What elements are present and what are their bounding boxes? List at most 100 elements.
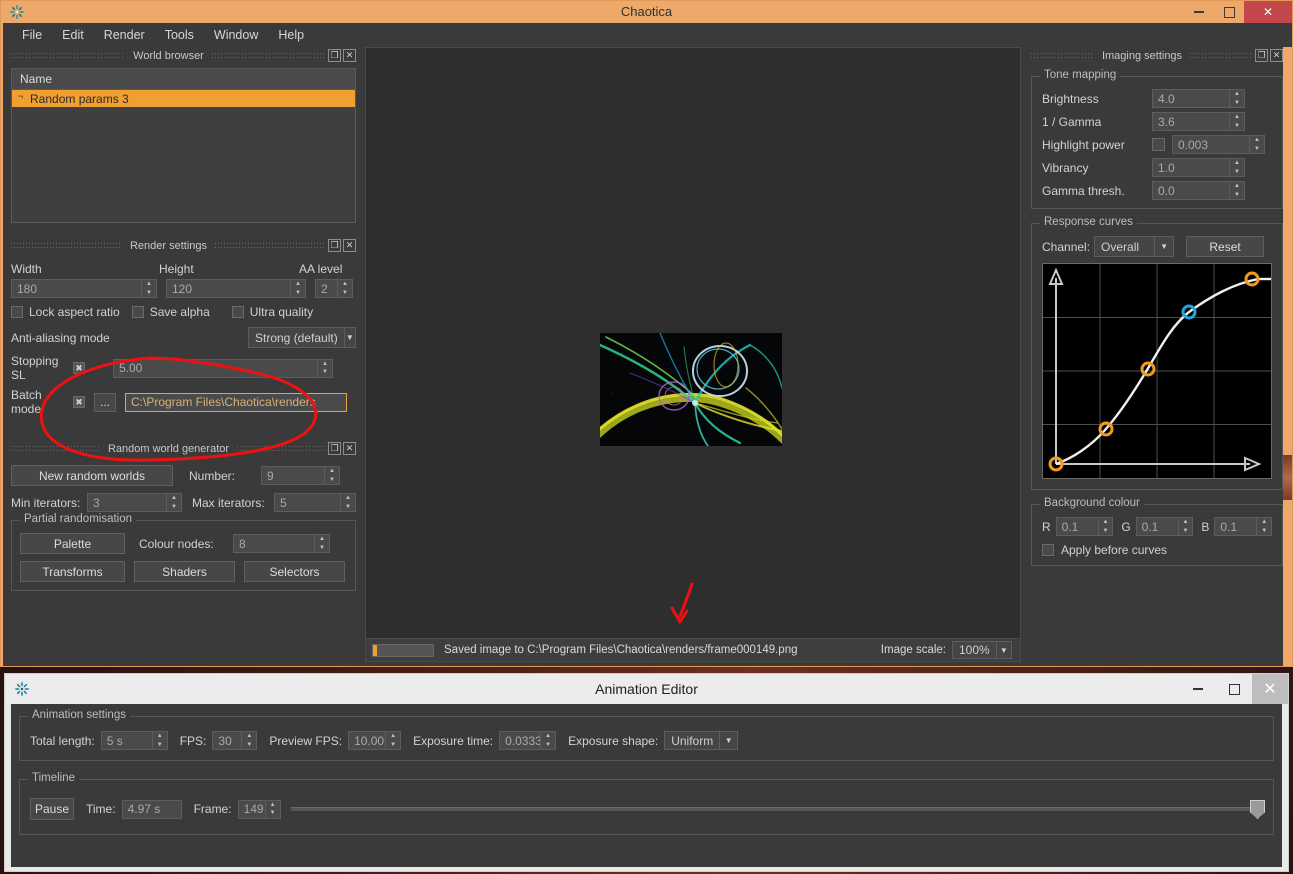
float-panel-icon[interactable]: ❐ <box>328 239 342 252</box>
time-input[interactable]: 4.97 s <box>121 799 182 819</box>
height-stepper[interactable]: ▲ ▼ <box>291 279 306 298</box>
total-length-input[interactable]: 5 s <box>100 731 153 750</box>
preview-fps-input[interactable]: 10.00 <box>348 731 387 750</box>
save-alpha-checkbox[interactable] <box>131 306 144 318</box>
stopping-sl-checkbox[interactable] <box>73 362 85 374</box>
close-panel-icon[interactable]: ✕ <box>343 442 357 455</box>
height-input[interactable]: 120 <box>166 279 291 298</box>
panel-drag-handle[interactable] <box>11 444 100 453</box>
close-panel-icon[interactable]: ✕ <box>1270 49 1284 62</box>
maximize-button[interactable] <box>1214 1 1244 23</box>
panel-drag-handle[interactable] <box>237 444 327 453</box>
vibrancy-input[interactable]: 1.0 <box>1152 158 1230 177</box>
close-panel-icon[interactable]: ✕ <box>343 49 356 62</box>
maximize-button[interactable] <box>1216 674 1252 704</box>
aa-level-input[interactable]: 2 <box>315 279 338 298</box>
world-browser-item-random-params-3[interactable]: Random params 3 <box>12 90 355 107</box>
panel-drag-handle[interactable] <box>215 241 327 250</box>
close-button[interactable]: ✕ <box>1252 674 1288 704</box>
new-random-worlds-button[interactable]: New random worlds <box>11 465 173 486</box>
bg-g-stepper[interactable]: ▲ ▼ <box>1178 517 1194 536</box>
highlight-power-stepper[interactable]: ▲ ▼ <box>1250 135 1265 154</box>
stopping-sl-input[interactable]: 5.00 <box>113 358 318 378</box>
bg-r-stepper[interactable]: ▲ ▼ <box>1098 517 1114 536</box>
preview-fps-stepper[interactable]: ▲ ▼ <box>386 731 402 750</box>
render-canvas[interactable] <box>366 48 1020 640</box>
vibrancy-stepper[interactable]: ▲ ▼ <box>1230 158 1245 177</box>
max-iterators-input[interactable]: 5 <box>274 493 341 512</box>
gamma-thresh-input[interactable]: 0.0 <box>1152 181 1230 200</box>
width-stepper[interactable]: ▲ ▼ <box>142 279 157 298</box>
world-browser-panel-header[interactable]: World browser ❐ ✕ <box>11 47 356 64</box>
exposure-time-stepper[interactable]: ▲ ▼ <box>541 731 557 750</box>
panel-drag-handle[interactable] <box>1190 51 1254 60</box>
max-iterators-stepper[interactable]: ▲ ▼ <box>341 493 356 512</box>
reset-curves-button[interactable]: Reset <box>1186 236 1265 257</box>
timeline-slider[interactable] <box>290 800 1265 819</box>
menu-help[interactable]: Help <box>269 25 313 45</box>
imaging-settings-panel-header[interactable]: Imaging settings ❐ ✕ <box>1031 47 1284 64</box>
menu-window[interactable]: Window <box>205 25 267 45</box>
bg-b-stepper[interactable]: ▲ ▼ <box>1257 517 1272 536</box>
brightness-input[interactable]: 4.0 <box>1152 89 1230 108</box>
min-iterators-input[interactable]: 3 <box>87 493 167 512</box>
bg-g-input[interactable]: 0.1 <box>1135 517 1179 536</box>
palette-button[interactable]: Palette <box>20 533 125 554</box>
minimize-button[interactable] <box>1184 1 1214 23</box>
timeline-slider-handle[interactable] <box>1250 800 1265 819</box>
image-scale-dropdown[interactable]: 100% ▼ <box>952 641 1012 659</box>
animation-editor-titlebar[interactable]: Animation Editor ✕ <box>5 674 1288 704</box>
fps-stepper[interactable]: ▲ ▼ <box>242 731 258 750</box>
close-button[interactable]: ✕ <box>1244 1 1292 23</box>
frame-stepper[interactable]: ▲ ▼ <box>265 799 281 819</box>
highlight-power-input[interactable]: 0.003 <box>1172 135 1250 154</box>
main-window-titlebar[interactable]: Chaotica ✕ <box>1 1 1292 23</box>
aa-level-stepper[interactable]: ▲ ▼ <box>338 279 353 298</box>
panel-drag-handle[interactable] <box>11 241 122 250</box>
panel-drag-handle[interactable] <box>211 51 326 60</box>
browse-path-button[interactable]: ... <box>94 392 116 412</box>
minimize-button[interactable] <box>1180 674 1216 704</box>
float-panel-icon[interactable]: ❐ <box>328 442 342 455</box>
render-settings-panel-header[interactable]: Render settings ❐ ✕ <box>11 237 357 254</box>
float-panel-icon[interactable]: ❐ <box>1255 49 1269 62</box>
exposure-shape-dropdown[interactable]: Uniform ▼ <box>664 731 739 750</box>
frame-input[interactable]: 149 <box>237 799 266 819</box>
bg-r-input[interactable]: 0.1 <box>1055 517 1099 536</box>
stopping-sl-stepper[interactable]: ▲ ▼ <box>318 358 333 378</box>
bg-b-input[interactable]: 0.1 <box>1214 517 1258 536</box>
colour-nodes-input[interactable]: 8 <box>233 534 315 553</box>
width-input[interactable]: 180 <box>11 279 142 298</box>
number-stepper[interactable]: ▲ ▼ <box>325 466 340 485</box>
selectors-button[interactable]: Selectors <box>244 561 345 582</box>
gamma-input[interactable]: 3.6 <box>1152 112 1230 131</box>
vertical-scrollbar[interactable] <box>1283 455 1292 500</box>
close-panel-icon[interactable]: ✕ <box>343 239 357 252</box>
transforms-button[interactable]: Transforms <box>20 561 125 582</box>
random-world-generator-panel-header[interactable]: Random world generator ❐ ✕ <box>11 440 357 457</box>
response-curve-editor[interactable] <box>1042 263 1272 479</box>
ultra-quality-checkbox[interactable] <box>231 306 244 318</box>
number-input[interactable]: 9 <box>261 466 325 485</box>
gamma-stepper[interactable]: ▲ ▼ <box>1230 112 1245 131</box>
min-iterators-stepper[interactable]: ▲ ▼ <box>167 493 182 512</box>
lock-aspect-ratio-checkbox[interactable] <box>11 306 23 318</box>
panel-drag-handle[interactable] <box>1031 51 1094 60</box>
brightness-stepper[interactable]: ▲ ▼ <box>1230 89 1245 108</box>
colour-nodes-stepper[interactable]: ▲ ▼ <box>315 534 330 553</box>
batch-mode-checkbox[interactable] <box>73 396 85 408</box>
panel-drag-handle[interactable] <box>11 51 126 60</box>
apply-before-curves-checkbox[interactable] <box>1042 544 1054 556</box>
gamma-thresh-stepper[interactable]: ▲ ▼ <box>1230 181 1245 200</box>
menu-render[interactable]: Render <box>95 25 154 45</box>
highlight-power-checkbox[interactable] <box>1152 138 1165 151</box>
render-viewport[interactable]: Saved image to C:\Program Files\Chaotica… <box>365 47 1021 662</box>
batch-output-path-input[interactable]: C:\Program Files\Chaotica\renders <box>125 392 347 412</box>
total-length-stepper[interactable]: ▲ ▼ <box>152 731 168 750</box>
menu-file[interactable]: File <box>13 25 51 45</box>
anti-aliasing-mode-dropdown[interactable]: Strong (default) ▼ <box>248 327 356 348</box>
menu-edit[interactable]: Edit <box>53 25 93 45</box>
float-panel-icon[interactable]: ❐ <box>328 49 341 62</box>
fps-input[interactable]: 30 <box>212 731 243 750</box>
world-browser-tree[interactable]: Name Random params 3 <box>11 68 356 223</box>
